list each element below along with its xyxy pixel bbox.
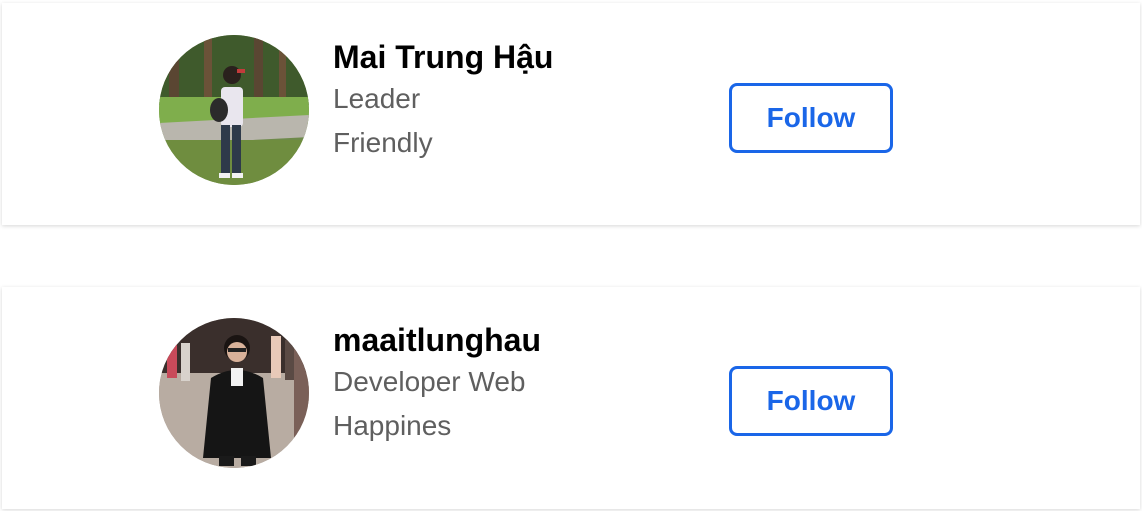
profile-role: Leader — [333, 83, 421, 114]
profile-trait: Happines — [333, 410, 452, 441]
follow-button[interactable]: Follow — [729, 83, 893, 153]
profile-name: Mai Trung Hậu — [333, 39, 554, 75]
avatar — [159, 35, 309, 185]
avatar-photo-street — [159, 318, 309, 468]
avatar — [159, 318, 309, 468]
follow-button[interactable]: Follow — [729, 366, 893, 436]
profile-card: Mai Trung Hậu Leader Friendly Follow — [2, 3, 1140, 225]
profile-info: Mai Trung Hậu Leader Friendly — [333, 37, 553, 165]
profile-role: Developer Web — [333, 366, 526, 397]
profile-name: maaitlunghau — [333, 322, 542, 358]
avatar-photo-park — [159, 35, 309, 185]
profile-info: maaitlunghau Developer Web Happines — [333, 320, 541, 448]
profile-card: maaitlunghau Developer Web Happines Foll… — [2, 287, 1140, 509]
profile-list: Mai Trung Hậu Leader Friendly Follow maa… — [0, 0, 1142, 511]
profile-trait: Friendly — [333, 127, 433, 158]
